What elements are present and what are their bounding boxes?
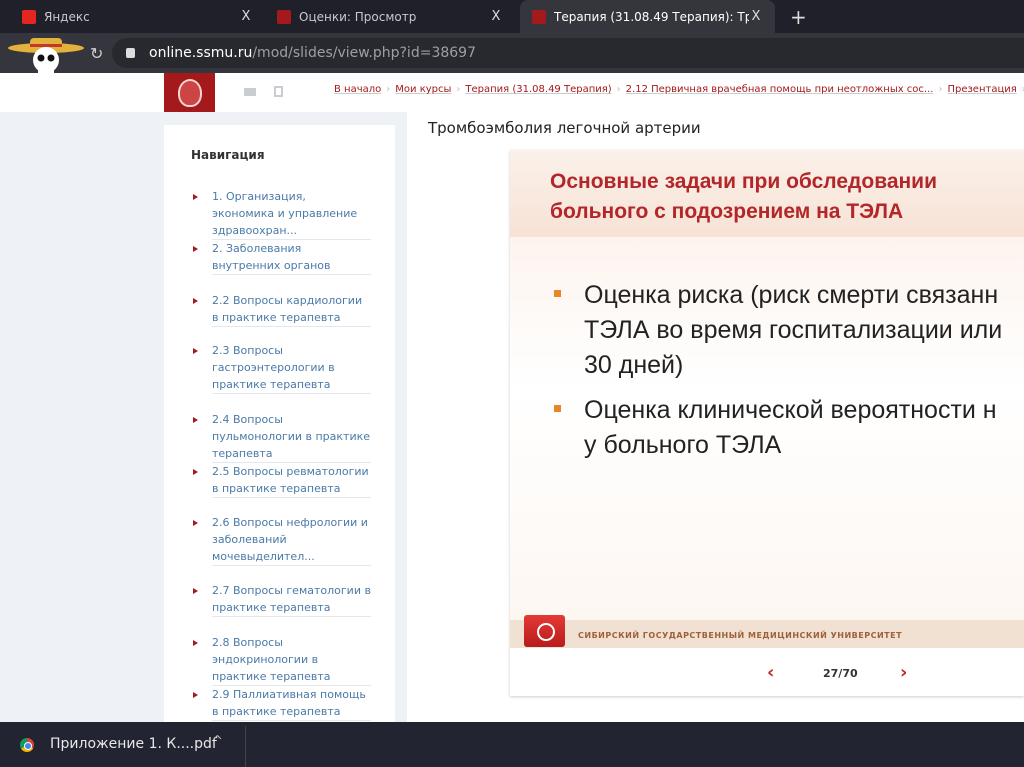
tab-title: Яндекс — [44, 9, 90, 24]
profile-avatar-icon[interactable] — [6, 36, 92, 76]
download-item[interactable]: Приложение 1. К....pdf — [50, 736, 217, 752]
breadcrumb-separator: › — [616, 84, 621, 95]
medical-case-icon — [524, 615, 565, 647]
breadcrumb-item[interactable]: Терапия (31.08.49 Терапия) — [465, 84, 611, 95]
nav-item[interactable]: 2.4 Вопросы пульмонологии в практике тер… — [191, 411, 371, 463]
prev-slide-button[interactable]: ‹ — [767, 662, 774, 683]
bullet-triangle-icon — [193, 348, 198, 354]
breadcrumb-separator: › — [938, 84, 943, 95]
nav-item[interactable]: 2.9 Паллиативная помощь в практике терап… — [191, 686, 371, 721]
bullet-triangle-icon — [193, 692, 198, 698]
university-name: СИБИРСКИЙ ГОСУДАРСТВЕННЫЙ МЕДИЦИНСКИЙ УН… — [578, 631, 903, 640]
nav-item[interactable]: 2.5 Вопросы ревматологии в практике тера… — [191, 463, 371, 498]
navigation-block: Навигация 1. Организация, экономика и уп… — [164, 125, 395, 722]
tab-2[interactable]: Оценки: Просмотр X — [265, 0, 515, 33]
nav-item[interactable]: 2.8 Вопросы эндокринологии в практике те… — [191, 634, 371, 686]
nav-item-label: 2.2 Вопросы кардиологии в практике терап… — [212, 292, 371, 327]
bullet-triangle-icon — [193, 194, 198, 200]
breadcrumb-separator: › — [456, 84, 461, 95]
yandex-icon — [22, 9, 36, 24]
divider — [245, 726, 246, 767]
university-logo[interactable] — [164, 73, 215, 112]
chrome-icon — [20, 738, 34, 752]
close-tab-icon[interactable]: X — [239, 9, 253, 24]
lock-icon — [126, 48, 135, 58]
url-host: online.ssmu.ru — [149, 45, 253, 61]
url-path: /mod/slides/view.php?id=38697 — [252, 45, 476, 61]
bullet-triangle-icon — [193, 520, 198, 526]
slide-heading: Основные задачи при обследовании больного… — [550, 170, 938, 223]
bullet-triangle-icon — [193, 588, 198, 594]
nav-item-label: 2.6 Вопросы нефрологии и заболеваний моч… — [212, 514, 371, 566]
nav-item-label: 2.4 Вопросы пульмонологии в практике тер… — [212, 411, 371, 463]
next-slide-button[interactable]: › — [900, 662, 907, 683]
reload-icon[interactable]: ↻ — [90, 44, 103, 63]
bullet-triangle-icon — [193, 417, 198, 423]
nav-item-label: 2.7 Вопросы гематологии в практике терап… — [212, 582, 371, 617]
breadcrumb-item[interactable]: Презентация — [947, 84, 1016, 95]
nav-item-label: 2.3 Вопросы гастроэнтерологии в практике… — [212, 342, 371, 394]
bullet-triangle-icon — [193, 298, 198, 304]
navigation-title: Навигация — [191, 148, 265, 162]
tab-title: Терапия (31.08.49 Терапия): Тро — [554, 9, 749, 24]
slide-viewer: Основные задачи при обследовании больного… — [510, 150, 1024, 696]
breadcrumb-separator: › — [386, 84, 391, 95]
breadcrumb: В начало › Мои курсы › Терапия (31.08.49 Тер… — [334, 84, 1024, 95]
tab-3[interactable]: Терапия (31.08.49 Терапия): Тро X — [520, 0, 775, 33]
nav-item-label: 2.5 Вопросы ревматологии в практике тера… — [212, 463, 371, 498]
nav-item[interactable]: 1. Организация, экономика и управление з… — [191, 188, 371, 240]
bullet-triangle-icon — [193, 469, 198, 475]
slide-heading-band: Основные задачи при обследовании больного… — [510, 150, 1024, 237]
address-bar[interactable]: online.ssmu.ru/mod/slides/view.php?id=38… — [112, 38, 1024, 68]
nav-item-label: 1. Организация, экономика и управление з… — [212, 188, 371, 240]
nav-item[interactable]: 2.2 Вопросы кардиологии в практике терап… — [191, 292, 371, 327]
bullet-triangle-icon — [193, 246, 198, 252]
tab-1[interactable]: Яндекс X — [10, 0, 265, 33]
mail-icon[interactable] — [244, 88, 256, 96]
new-tab-button[interactable]: + — [790, 5, 807, 29]
nav-item-label: 2.8 Вопросы эндокринологии в практике те… — [212, 634, 371, 686]
ssmu-icon — [532, 9, 546, 24]
crest-icon — [177, 78, 202, 107]
nav-item-label: 2.9 Паллиативная помощь в практике терап… — [212, 686, 371, 721]
nav-item[interactable]: 2.6 Вопросы нефрологии и заболеваний моч… — [191, 514, 371, 566]
tab-title: Оценки: Просмотр — [299, 9, 417, 24]
chevron-up-icon[interactable]: ^ — [212, 734, 223, 749]
breadcrumb-item[interactable]: В начало — [334, 84, 381, 95]
close-tab-icon[interactable]: X — [749, 9, 763, 24]
slide-counter: 27/70 — [823, 667, 858, 680]
nav-item[interactable]: 2. Заболевания внутренних органов — [191, 240, 371, 275]
close-tab-icon[interactable]: X — [489, 9, 503, 24]
nav-item[interactable]: 2.3 Вопросы гастроэнтерологии в практике… — [191, 342, 371, 394]
bullet-triangle-icon — [193, 640, 198, 646]
calendar-icon[interactable] — [274, 86, 283, 97]
nav-item[interactable]: 2.7 Вопросы гематологии в практике терап… — [191, 582, 371, 617]
breadcrumb-item[interactable]: 2.12 Первичная врачебная помощь при неот… — [626, 84, 934, 95]
ssmu-icon — [277, 9, 291, 24]
breadcrumb-item[interactable]: Мои курсы — [395, 84, 451, 95]
page-title: Тромбоэмболия легочной артерии — [428, 119, 701, 137]
nav-item-label: 2. Заболевания внутренних органов — [212, 240, 371, 275]
